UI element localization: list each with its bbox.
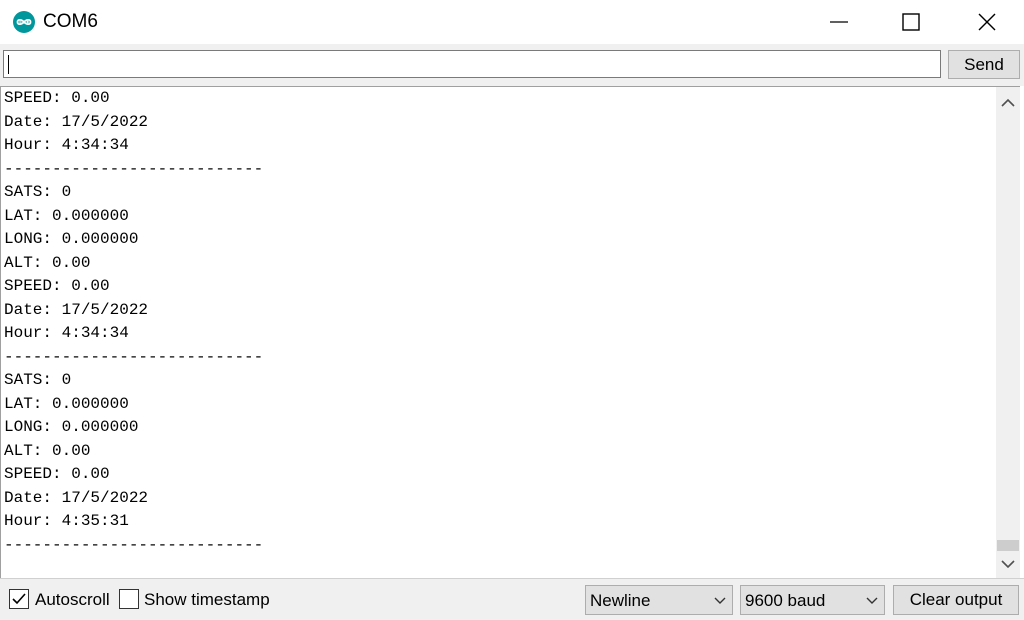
- minimize-button[interactable]: [803, 0, 875, 44]
- serial-output[interactable]: SPEED: 0.00 Date: 17/5/2022 Hour: 4:34:34 -…: [0, 86, 996, 578]
- close-button[interactable]: [951, 0, 1023, 44]
- output-line: SPEED: 0.00: [4, 89, 110, 107]
- output-line: ALT: 0.00: [4, 441, 91, 460]
- output-line: Date: 17/5/2022: [4, 300, 149, 319]
- scroll-up-button[interactable]: [996, 91, 1020, 115]
- close-icon: [978, 13, 996, 31]
- serial-input[interactable]: [3, 50, 941, 78]
- output-line: Hour: 4:34:34: [4, 136, 129, 154]
- autoscroll-label[interactable]: Autoscroll: [35, 589, 110, 610]
- checkmark-icon: [12, 593, 26, 605]
- chevron-down-icon: [866, 597, 878, 604]
- show-timestamp-checkbox[interactable]: [119, 589, 139, 609]
- output-line: ---------------------------: [4, 159, 264, 178]
- output-line: LAT: 0.000000: [4, 206, 129, 225]
- bottom-bar: Autoscroll Show timestamp Newline 9600 b…: [0, 578, 1024, 620]
- output-line: ALT: 0.00: [4, 253, 91, 272]
- output-line: SPEED: 0.00: [4, 465, 110, 483]
- output-line: ---------------------------: [4, 347, 264, 366]
- send-button[interactable]: Send: [948, 50, 1020, 79]
- output-line: ---------------------------: [4, 535, 264, 554]
- chevron-down-icon: [714, 597, 726, 604]
- title-bar: COM6: [0, 0, 1024, 44]
- scrollbar-thumb[interactable]: [997, 540, 1019, 551]
- maximize-button[interactable]: [875, 0, 947, 44]
- line-ending-value: Newline: [590, 591, 651, 610]
- output-line: LAT: 0.000000: [4, 394, 129, 413]
- chevron-up-icon: [1001, 98, 1015, 107]
- show-timestamp-label[interactable]: Show timestamp: [144, 589, 270, 610]
- vertical-scrollbar[interactable]: [996, 86, 1020, 578]
- clear-output-button[interactable]: Clear output: [893, 585, 1019, 615]
- output-line: Hour: 4:35:31: [4, 512, 129, 530]
- text-caret: [8, 55, 9, 74]
- baud-rate-value: 9600 baud: [745, 591, 826, 610]
- scroll-down-button[interactable]: [996, 552, 1020, 576]
- line-ending-select[interactable]: Newline: [585, 585, 733, 615]
- output-line: SATS: 0: [4, 183, 72, 201]
- output-line: Date: 17/5/2022: [4, 488, 149, 507]
- input-row: Send: [0, 44, 1024, 86]
- maximize-icon: [902, 13, 920, 31]
- minimize-icon: [830, 21, 848, 23]
- window-title: COM6: [43, 11, 98, 32]
- output-line: SATS: 0: [4, 371, 72, 389]
- chevron-down-icon: [1001, 560, 1015, 569]
- output-line: Hour: 4:34:34: [4, 324, 129, 342]
- autoscroll-checkbox[interactable]: [9, 589, 29, 609]
- arduino-logo-icon: [13, 11, 35, 33]
- output-line: SPEED: 0.00: [4, 277, 110, 295]
- output-line: Date: 17/5/2022: [4, 112, 149, 131]
- baud-rate-select[interactable]: 9600 baud: [740, 585, 885, 615]
- output-line: LONG: 0.000000: [4, 230, 139, 248]
- output-line: LONG: 0.000000: [4, 418, 139, 436]
